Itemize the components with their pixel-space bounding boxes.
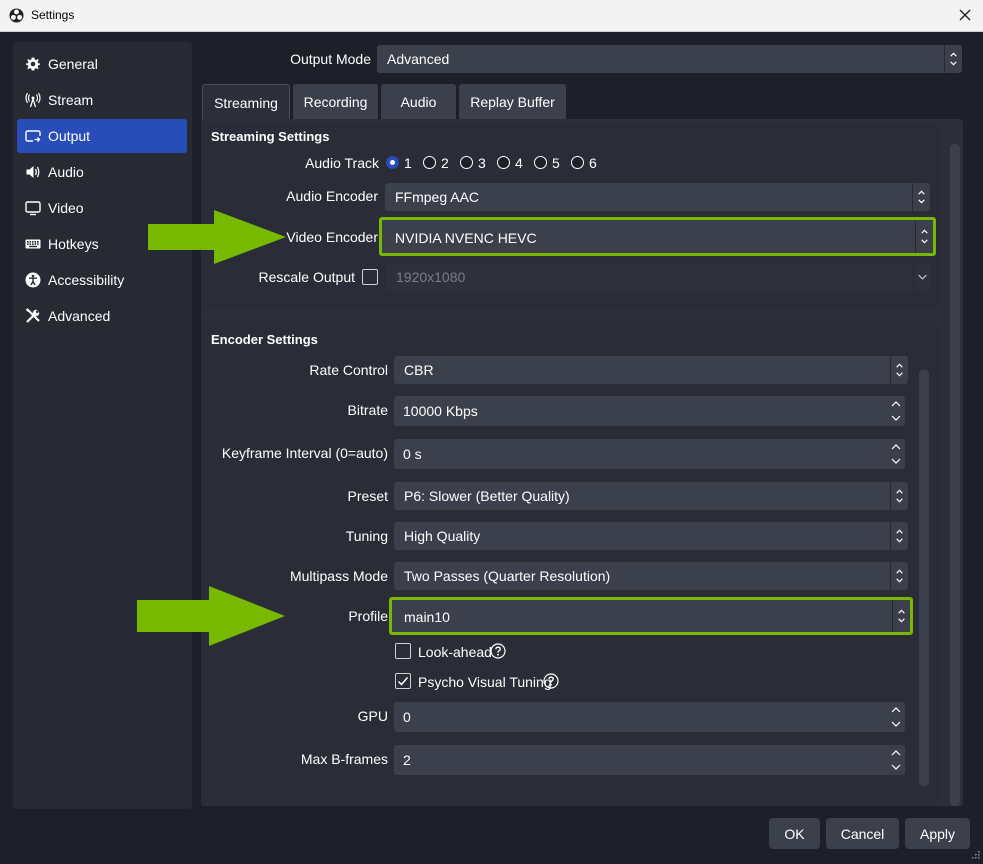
title-bar: Settings bbox=[0, 0, 983, 32]
sidebar-item-audio[interactable]: Audio bbox=[17, 155, 187, 189]
audio-track-radio-5[interactable] bbox=[534, 156, 547, 169]
resize-grip-icon[interactable] bbox=[970, 851, 980, 861]
tuning-label: Tuning bbox=[345, 528, 388, 544]
max-b-frames-label: Max B-frames bbox=[300, 751, 388, 767]
main-scrollbar[interactable] bbox=[950, 144, 960, 806]
close-icon[interactable] bbox=[957, 6, 973, 24]
select-arrows-icon bbox=[912, 183, 925, 211]
multipass-mode-select[interactable]: Two Passes (Quarter Resolution) bbox=[394, 562, 908, 590]
encoder-settings-title: Encoder Settings bbox=[211, 332, 318, 347]
sidebar-item-label: Video bbox=[48, 200, 84, 216]
look-ahead-label: Look-ahead bbox=[418, 644, 492, 660]
sidebar-item-label: Audio bbox=[48, 164, 84, 180]
profile-label: Profile bbox=[348, 608, 388, 624]
keyframe-interval-label: Keyframe Interval (0=auto) bbox=[221, 445, 388, 461]
sidebar-item-label: General bbox=[48, 56, 98, 72]
output-icon bbox=[25, 130, 41, 143]
streaming-settings-title: Streaming Settings bbox=[211, 129, 330, 144]
select-arrows-icon bbox=[890, 522, 903, 550]
sidebar-item-label: Stream bbox=[48, 92, 94, 108]
encoder-scrollbar[interactable] bbox=[919, 370, 929, 786]
apply-button[interactable]: Apply bbox=[905, 818, 970, 849]
sidebar-item-output[interactable]: Output bbox=[17, 119, 187, 153]
help-icon[interactable] bbox=[543, 673, 559, 689]
sidebar-item-label: Hotkeys bbox=[48, 236, 99, 252]
preset-select[interactable]: P6: Slower (Better Quality) bbox=[394, 482, 908, 510]
audio-track-radio-4[interactable] bbox=[497, 156, 510, 169]
select-arrows-icon bbox=[915, 220, 928, 253]
rescale-output-checkbox[interactable] bbox=[362, 269, 378, 285]
sidebar-item-label: Advanced bbox=[48, 308, 111, 324]
audio-track-radio-6[interactable] bbox=[571, 156, 584, 169]
sidebar-item-label: Accessibility bbox=[48, 272, 125, 288]
multipass-mode-label: Multipass Mode bbox=[289, 568, 388, 584]
tools-icon bbox=[25, 308, 40, 323]
cancel-button[interactable]: Cancel bbox=[826, 818, 899, 849]
window-title: Settings bbox=[31, 8, 75, 22]
select-arrows-icon bbox=[890, 562, 903, 590]
output-mode-label: Output Mode bbox=[290, 51, 371, 67]
sidebar-item-accessibility[interactable]: Accessibility bbox=[17, 263, 187, 297]
audio-track-radio-3[interactable] bbox=[460, 156, 473, 169]
rescale-output-label: Rescale Output bbox=[258, 269, 356, 285]
tab-audio[interactable]: Audio bbox=[381, 84, 456, 119]
gpu-label: GPU bbox=[357, 708, 388, 724]
look-ahead-checkbox[interactable] bbox=[395, 643, 411, 659]
video-encoder-select[interactable]: NVIDIA NVENC HEVC bbox=[379, 217, 936, 256]
tab-streaming[interactable]: Streaming bbox=[202, 84, 290, 119]
select-arrows-icon bbox=[944, 45, 957, 73]
spin-arrows-icon[interactable] bbox=[887, 745, 905, 775]
rate-control-label: Rate Control bbox=[309, 362, 388, 378]
spin-arrows-icon[interactable] bbox=[887, 396, 905, 426]
speaker-icon bbox=[26, 166, 40, 178]
settings-sidebar: General Stream Output Audio Video Hotkey… bbox=[13, 42, 192, 809]
gpu-spinbox[interactable]: 0 bbox=[394, 702, 905, 732]
chevron-down-icon bbox=[913, 263, 927, 291]
keyboard-icon bbox=[25, 239, 41, 249]
tuning-select[interactable]: High Quality bbox=[394, 522, 908, 550]
bitrate-spinbox[interactable]: 10000 Kbps bbox=[394, 396, 905, 426]
tab-recording[interactable]: Recording bbox=[293, 84, 378, 119]
audio-track-radio-1[interactable] bbox=[386, 156, 399, 169]
checkmark-icon bbox=[397, 677, 409, 686]
help-icon[interactable] bbox=[490, 643, 506, 659]
max-b-frames-spinbox[interactable]: 2 bbox=[394, 745, 905, 775]
monitor-icon bbox=[25, 201, 41, 216]
psycho-visual-tuning-checkbox[interactable] bbox=[395, 673, 411, 689]
bitrate-label: Bitrate bbox=[347, 402, 388, 418]
keyframe-interval-spinbox[interactable]: 0 s bbox=[394, 439, 905, 469]
profile-select[interactable]: main10 bbox=[389, 597, 913, 635]
sidebar-item-advanced[interactable]: Advanced bbox=[17, 299, 187, 333]
rescale-output-select: 1920x1080 bbox=[386, 263, 931, 291]
sidebar-item-stream[interactable]: Stream bbox=[17, 83, 187, 117]
audio-encoder-select[interactable]: FFmpeg AAC bbox=[385, 183, 930, 211]
psycho-visual-tuning-label: Psycho Visual Tuning bbox=[418, 674, 552, 690]
spin-arrows-icon[interactable] bbox=[887, 439, 905, 469]
annotation-arrow-icon bbox=[148, 210, 286, 264]
audio-encoder-label: Audio Encoder bbox=[286, 188, 378, 204]
accessibility-icon bbox=[25, 272, 41, 288]
sidebar-item-label: Output bbox=[48, 128, 91, 144]
gear-icon bbox=[26, 57, 40, 71]
select-arrows-icon bbox=[890, 356, 903, 384]
preset-label: Preset bbox=[347, 488, 388, 504]
select-arrows-icon bbox=[892, 600, 905, 632]
sidebar-item-general[interactable]: General bbox=[17, 47, 187, 81]
spin-arrows-icon[interactable] bbox=[887, 702, 905, 732]
tab-replay-buffer[interactable]: Replay Buffer bbox=[459, 84, 566, 119]
obs-logo-icon bbox=[9, 8, 24, 23]
video-encoder-label: Video Encoder bbox=[286, 229, 378, 245]
audio-track-radio-2[interactable] bbox=[423, 156, 436, 169]
annotation-arrow-icon bbox=[137, 586, 285, 646]
audio-track-label: Audio Track bbox=[305, 155, 379, 171]
rate-control-select[interactable]: CBR bbox=[394, 356, 908, 384]
output-mode-select[interactable]: Advanced bbox=[377, 45, 962, 73]
antenna-icon bbox=[25, 92, 41, 108]
select-arrows-icon bbox=[890, 482, 903, 510]
ok-button[interactable]: OK bbox=[769, 818, 820, 849]
